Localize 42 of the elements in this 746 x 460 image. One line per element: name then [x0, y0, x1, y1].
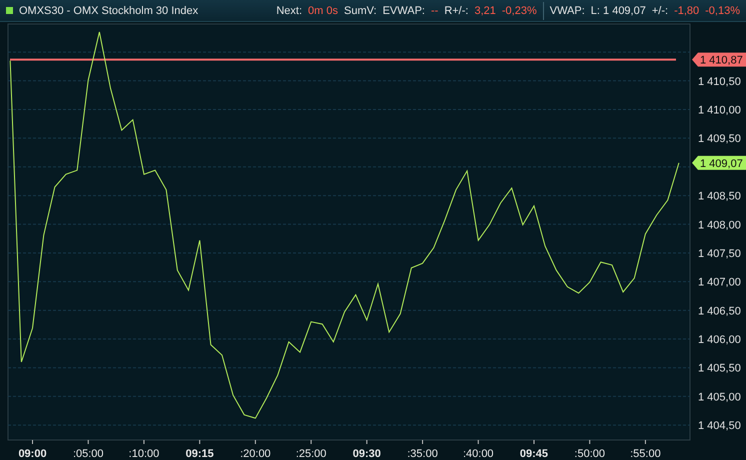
- y-axis-label: 1 407,50: [698, 248, 741, 260]
- x-axis-label: :55:00: [630, 448, 661, 460]
- x-axis-label: :50:00: [574, 448, 605, 460]
- price-tag: 1 410,87: [692, 52, 746, 67]
- y-axis-label: 1 405,00: [698, 391, 741, 404]
- stat-text: -0,23%: [502, 4, 537, 16]
- x-axis-label: :40:00: [462, 448, 494, 460]
- x-axis-label: :35:00: [407, 448, 438, 460]
- y-axis-label: 1 406,50: [698, 305, 741, 318]
- stat-text: -0,13%: [705, 4, 740, 16]
- stat-text: --: [430, 4, 438, 16]
- stat-text: SumV:: [344, 4, 377, 16]
- status-square-icon: [6, 7, 13, 14]
- y-axis-label: 1 408,50: [698, 190, 741, 203]
- y-axis-label: 1 405,50: [698, 362, 741, 375]
- x-axis-label: 09:00: [18, 448, 47, 460]
- stat-text: +/-:: [652, 4, 668, 16]
- x-axis-label: :25:00: [296, 448, 326, 460]
- ref-line-label: 1 410,87: [700, 54, 743, 67]
- stat-text: 3,21: [474, 4, 496, 16]
- y-axis-label: 1 409,50: [698, 133, 741, 146]
- stat-text: Next:: [276, 4, 302, 16]
- y-axis-label: 1 407,00: [698, 276, 741, 289]
- y-axis-label: 1 410,50: [698, 76, 741, 88]
- x-axis-label: :10:00: [128, 448, 160, 460]
- x-axis-label: 09:45: [520, 448, 548, 460]
- instrument-title: OMXS30 - OMX Stockholm 30 Index: [19, 4, 200, 16]
- stat-text: -1,80: [674, 4, 700, 16]
- stat-text: L: 1 409,07: [590, 4, 646, 16]
- y-axis-label: 1 406,00: [698, 334, 741, 346]
- x-axis-label: 09:15: [186, 448, 214, 460]
- x-axis-label: :05:00: [72, 448, 104, 460]
- x-axis-label: :20:00: [240, 448, 271, 460]
- stat-text: EVWAP:: [382, 4, 425, 16]
- y-axis-label: 1 410,00: [698, 104, 741, 116]
- y-axis-label: 1 408,00: [698, 219, 741, 232]
- stat-text: 0m 0s: [308, 4, 338, 16]
- x-axis-label: 09:30: [352, 448, 381, 460]
- price-tag: 1 409,07: [692, 156, 746, 170]
- stat-text: R+/-:: [444, 4, 468, 16]
- y-axis-label: 1 404,50: [698, 420, 741, 432]
- stat-text: VWAP:: [550, 4, 585, 16]
